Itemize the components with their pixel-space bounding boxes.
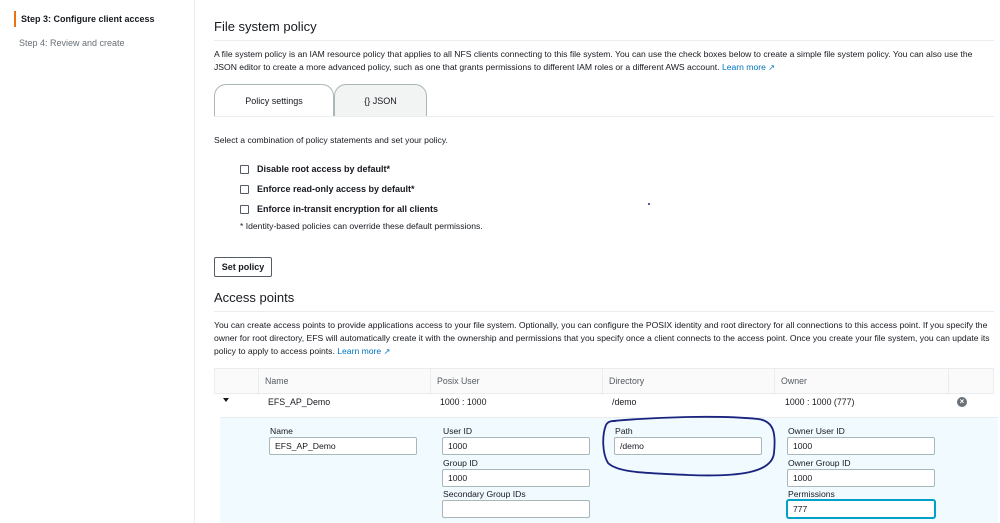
learn-more-link[interactable]: Learn more (722, 62, 766, 72)
row-directory: /demo (612, 397, 637, 407)
column-separator (602, 369, 603, 395)
fs-policy-description: A file system policy is an IAM resource … (214, 49, 973, 72)
access-points-title: Access points (214, 290, 295, 305)
column-directory[interactable]: Directory (609, 376, 644, 386)
owner-group-id-label: Owner Group ID (788, 458, 851, 468)
group-id-input[interactable]: 1000 (442, 469, 590, 487)
learn-more-link[interactable]: Learn more (337, 346, 381, 356)
tab-policy-settings[interactable]: Policy settings (214, 84, 334, 116)
column-owner[interactable]: Owner (781, 376, 807, 386)
access-points-table-header: Name Posix User Directory Owner (214, 368, 994, 395)
external-link-icon: ↗ (768, 63, 775, 72)
set-policy-button[interactable]: Set policy (214, 257, 272, 277)
checkbox[interactable] (240, 164, 249, 174)
sidebar-step-4[interactable]: Step 4: Review and create (19, 38, 125, 48)
owner-user-id-input[interactable]: 1000 (787, 437, 935, 455)
permissions-input[interactable]: 777 (787, 500, 935, 518)
fs-policy-title: File system policy (214, 19, 317, 34)
policy-instruction: Select a combination of policy statement… (214, 135, 448, 145)
access-points-description: You can create access points to provide … (214, 320, 990, 356)
tab-json[interactable]: {} JSON (334, 84, 427, 116)
row-owner: 1000 : 1000 (777) (785, 397, 855, 407)
table-row: EFS_AP_Demo 1000 : 1000 /demo 1000 : 100… (214, 394, 994, 412)
stray-dot (648, 203, 650, 205)
owner-user-id-label: Owner User ID (788, 426, 845, 436)
hand-drawn-annotation-circle (602, 415, 776, 477)
sidebar-step-3[interactable]: Step 3: Configure client access (14, 11, 155, 27)
checkbox-label: Disable root access by default* (257, 164, 391, 174)
checkbox-label: Enforce in-transit encryption for all cl… (257, 204, 439, 214)
divider (214, 40, 994, 41)
column-name[interactable]: Name (265, 376, 288, 386)
column-separator (258, 369, 259, 395)
column-separator (430, 369, 431, 395)
tab-underline (214, 116, 994, 117)
name-label: Name (270, 426, 293, 436)
external-link-icon: ↗ (383, 347, 391, 356)
column-separator (774, 369, 775, 395)
checkbox-in-transit[interactable]: Enforce in-transit encryption for all cl… (240, 204, 438, 214)
secondary-group-ids-input[interactable] (442, 500, 590, 518)
name-input[interactable]: EFS_AP_Demo (269, 437, 417, 455)
wizard-sidebar: Step 3: Configure client access Step 4: … (0, 0, 195, 523)
checkbox-disable-root[interactable]: Disable root access by default* (240, 164, 390, 174)
secondary-group-ids-label: Secondary Group IDs (443, 489, 526, 499)
checkbox-label: Enforce read-only access by default* (257, 184, 415, 194)
row-name: EFS_AP_Demo (268, 397, 331, 407)
policy-footnote: * Identity-based policies can override t… (240, 221, 483, 231)
column-posix-user[interactable]: Posix User (437, 376, 480, 386)
row-posix-user: 1000 : 1000 (440, 397, 487, 407)
group-id-label: Group ID (443, 458, 478, 468)
column-separator (948, 369, 949, 395)
checkbox-read-only[interactable]: Enforce read-only access by default* (240, 184, 415, 194)
checkbox[interactable] (240, 204, 249, 214)
remove-icon[interactable]: × (957, 397, 967, 407)
permissions-label: Permissions (788, 489, 835, 499)
owner-group-id-input[interactable]: 1000 (787, 469, 935, 487)
checkbox[interactable] (240, 184, 249, 194)
user-id-input[interactable]: 1000 (442, 437, 590, 455)
divider (214, 311, 994, 312)
user-id-label: User ID (443, 426, 473, 436)
